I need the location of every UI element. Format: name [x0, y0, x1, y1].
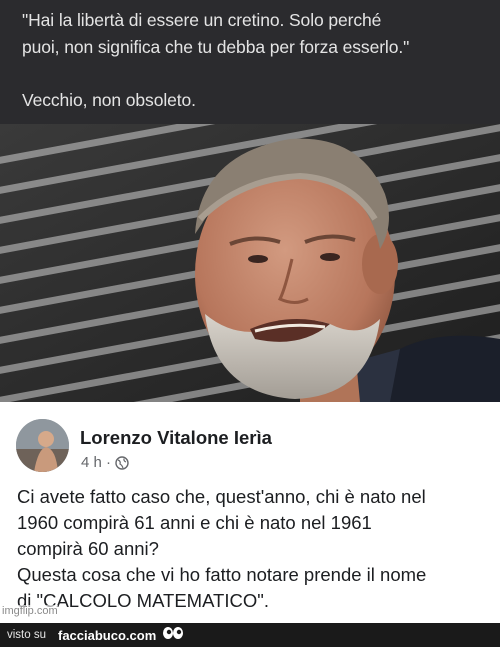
post-meta: 4 h ·: [81, 454, 129, 471]
quote-line-2: puoi, non significa che tu debba per for…: [22, 37, 410, 57]
avatar[interactable]: [16, 419, 69, 472]
quote-block: "Hai la libertà di essere un cretino. So…: [0, 0, 500, 124]
globe-icon[interactable]: [115, 455, 129, 470]
post-text-line: Questa cosa che vi ho fatto notare prend…: [17, 564, 427, 585]
facciabuco-eyes-icon: [162, 626, 184, 645]
imgflip-watermark: imgflip.com: [2, 605, 58, 617]
portrait-photo: [0, 124, 500, 402]
post-time[interactable]: 4 h ·: [81, 454, 111, 471]
footer-bar: visto su facciabuco.com: [0, 623, 500, 647]
quote-line-3: Vecchio, non obsoleto.: [22, 90, 196, 110]
footer-site-link[interactable]: facciabuco.com: [58, 628, 156, 643]
post-text-line: compirà 60 anni?: [17, 538, 159, 559]
quote-line-1: "Hai la libertà di essere un cretino. So…: [22, 10, 382, 30]
post-author-name[interactable]: Lorenzo Vitalone Ierìa: [80, 427, 272, 449]
post-text-line: Ci avete fatto caso che, quest'anno, chi…: [17, 486, 426, 507]
footer-visto-su: visto su: [7, 629, 46, 641]
facebook-post: Lorenzo Vitalone Ierìa 4 h · Ci avete fa…: [0, 402, 500, 623]
post-text-line: 1960 compirà 61 anni e chi è nato nel 19…: [17, 512, 372, 533]
post-text: Ci avete fatto caso che, quest'anno, chi…: [17, 484, 487, 614]
post-text-line: di "CALCOLO MATEMATICO".: [17, 590, 269, 611]
